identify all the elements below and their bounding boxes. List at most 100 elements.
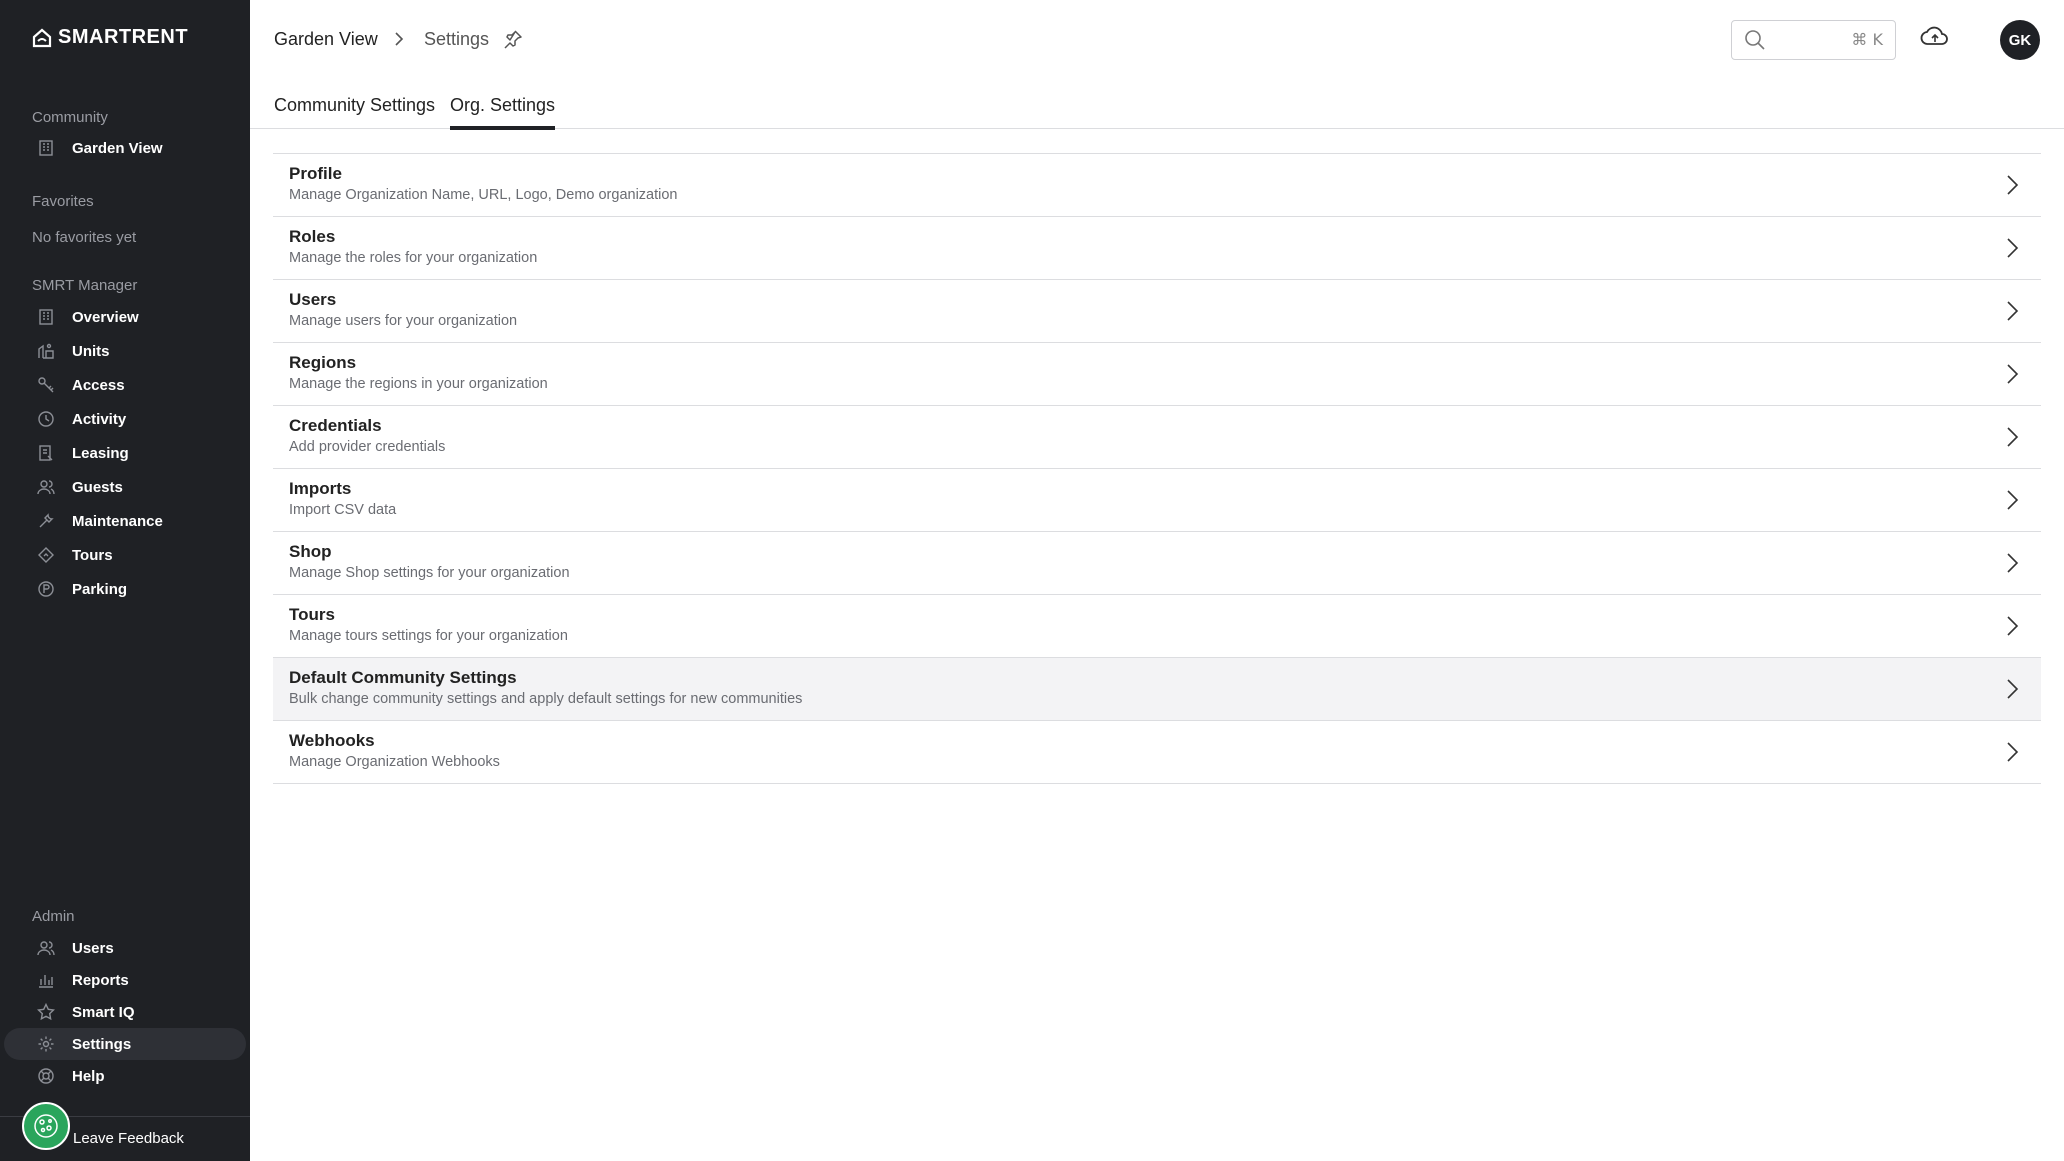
- building-icon: [36, 307, 56, 327]
- search-shortcut-hint: ⌘ K: [1851, 30, 1883, 49]
- settings-row-subtitle: Manage users for your organization: [289, 313, 518, 329]
- chevron-right-icon: [2007, 616, 2019, 636]
- settings-row-imports[interactable]: Imports Import CSV data: [273, 469, 2041, 532]
- settings-row-roles[interactable]: Roles Manage the roles for your organiza…: [273, 217, 2041, 280]
- settings-row-subtitle: Import CSV data: [289, 502, 397, 518]
- settings-row-subtitle: Manage the regions in your organization: [289, 376, 548, 392]
- settings-row-subtitle: Add provider credentials: [289, 439, 446, 455]
- sidebar-item-label: Activity: [72, 410, 127, 428]
- sidebar-item-reports[interactable]: Reports: [4, 964, 246, 996]
- settings-row-subtitle: Manage tours settings for your organizat…: [289, 628, 568, 644]
- wrench-icon: [36, 511, 56, 531]
- settings-row-title: Webhooks: [289, 731, 375, 750]
- star-icon: [36, 1002, 56, 1022]
- settings-row-subtitle: Bulk change community settings and apply…: [289, 691, 803, 707]
- sidebar-item-overview[interactable]: Overview: [4, 301, 246, 333]
- settings-row-title: Credentials: [289, 416, 382, 435]
- units-icon: [36, 341, 56, 361]
- leave-feedback-link[interactable]: Leave Feedback: [73, 1130, 184, 1147]
- sidebar-item-settings[interactable]: Settings: [4, 1028, 246, 1060]
- gear-icon: [36, 1034, 56, 1054]
- help-icon: [36, 1066, 56, 1086]
- sidebar-item-label: Help: [72, 1067, 105, 1085]
- chevron-right-icon: [2007, 175, 2019, 195]
- sidebar-item-maintenance[interactable]: Maintenance: [4, 505, 246, 537]
- smrt-manager-section-label: SMRT Manager: [32, 277, 138, 294]
- sidebar-item-garden-view[interactable]: Garden View: [4, 132, 246, 164]
- sidebar-item-help[interactable]: Help: [4, 1060, 246, 1092]
- pin-icon[interactable]: [502, 28, 524, 50]
- breadcrumb-current: Settings: [424, 29, 490, 49]
- top-header: Garden View Settings ⌘ K GK: [250, 0, 2064, 80]
- settings-row-regions[interactable]: Regions Manage the regions in your organ…: [273, 343, 2041, 406]
- favorites-empty-text: No favorites yet: [32, 229, 137, 246]
- settings-row-users[interactable]: Users Manage users for your organization: [273, 280, 2041, 343]
- avatar[interactable]: GK: [2000, 20, 2040, 60]
- sidebar-item-tours[interactable]: Tours: [4, 539, 246, 571]
- settings-row-webhooks[interactable]: Webhooks Manage Organization Webhooks: [273, 721, 2041, 784]
- chevron-right-icon: [2007, 238, 2019, 258]
- settings-row-title: Users: [289, 290, 337, 309]
- chevron-right-icon: [2007, 553, 2019, 573]
- settings-row-subtitle: Manage Organization Name, URL, Logo, Dem…: [289, 187, 678, 203]
- settings-row-title: Imports: [289, 479, 352, 498]
- tours-icon: [36, 545, 56, 565]
- sidebar-item-label: Users: [72, 939, 114, 957]
- clock-icon: [36, 409, 56, 429]
- breadcrumb-community[interactable]: Garden View: [274, 29, 378, 50]
- sidebar-item-access[interactable]: Access: [4, 369, 246, 401]
- leasing-icon: [36, 443, 56, 463]
- settings-row-shop[interactable]: Shop Manage Shop settings for your organ…: [273, 532, 2041, 595]
- settings-tabs: Community Settings Org. Settings: [250, 80, 2064, 130]
- sidebar-item-parking[interactable]: Parking: [4, 573, 246, 605]
- feedback-button[interactable]: [22, 1102, 70, 1150]
- chevron-right-icon: [2007, 364, 2019, 384]
- search-icon: [1745, 30, 1765, 50]
- admin-section-label: Admin: [32, 908, 75, 925]
- sidebar-item-label: Units: [72, 342, 110, 360]
- cookie-icon: [34, 1114, 58, 1138]
- sidebar: SMARTRENT Community Garden View Favorite…: [0, 0, 250, 1161]
- favorites-section-label: Favorites: [32, 193, 94, 210]
- settings-row-subtitle: Manage Shop settings for your organizati…: [289, 565, 570, 581]
- settings-row-title: Profile: [289, 164, 342, 183]
- sidebar-item-users[interactable]: Users: [4, 932, 246, 964]
- sidebar-item-smart-iq[interactable]: Smart IQ: [4, 996, 246, 1028]
- key-icon: [36, 375, 56, 395]
- sidebar-item-label: Maintenance: [72, 512, 163, 530]
- settings-row-default-community-settings[interactable]: Default Community Settings Bulk change c…: [273, 658, 2041, 721]
- sidebar-item-leasing[interactable]: Leasing: [4, 437, 246, 469]
- sidebar-item-label: Reports: [72, 971, 129, 989]
- settings-row-title: Tours: [289, 605, 335, 624]
- building-icon: [36, 138, 56, 158]
- sidebar-item-units[interactable]: Units: [4, 335, 246, 367]
- smartrent-logo[interactable]: SMARTRENT: [32, 26, 188, 49]
- chevron-right-icon: [395, 32, 404, 46]
- sidebar-item-guests[interactable]: Guests: [4, 471, 246, 503]
- cloud-sync-icon[interactable]: [1920, 22, 1950, 52]
- community-section-label: Community: [32, 109, 108, 126]
- settings-list: Profile Manage Organization Name, URL, L…: [273, 153, 2041, 784]
- house-logo-icon: [32, 28, 52, 47]
- settings-row-credentials[interactable]: Credentials Add provider credentials: [273, 406, 2041, 469]
- settings-row-subtitle: Manage the roles for your organization: [289, 250, 538, 266]
- search-box[interactable]: ⌘ K: [1731, 20, 1896, 60]
- settings-row-tours[interactable]: Tours Manage tours settings for your org…: [273, 595, 2041, 658]
- tab-org-settings[interactable]: Org. Settings: [450, 95, 556, 130]
- search-input[interactable]: [1774, 27, 1844, 53]
- settings-row-title: Regions: [289, 353, 357, 372]
- sidebar-item-activity[interactable]: Activity: [4, 403, 246, 435]
- settings-row-profile[interactable]: Profile Manage Organization Name, URL, L…: [273, 154, 2041, 217]
- chevron-right-icon: [2007, 490, 2019, 510]
- sidebar-item-label: Garden View: [72, 139, 163, 157]
- sidebar-item-label: Tours: [72, 546, 113, 564]
- sidebar-item-label: Access: [72, 376, 125, 394]
- tab-community-settings[interactable]: Community Settings: [274, 95, 435, 126]
- chevron-right-icon: [2007, 679, 2019, 699]
- sidebar-item-label: Guests: [72, 478, 123, 496]
- sidebar-item-label: Overview: [72, 308, 139, 326]
- reports-icon: [36, 970, 56, 990]
- users-icon: [36, 938, 56, 958]
- brand-name: SMARTRENT: [58, 26, 189, 48]
- sidebar-item-label: Leasing: [72, 444, 129, 462]
